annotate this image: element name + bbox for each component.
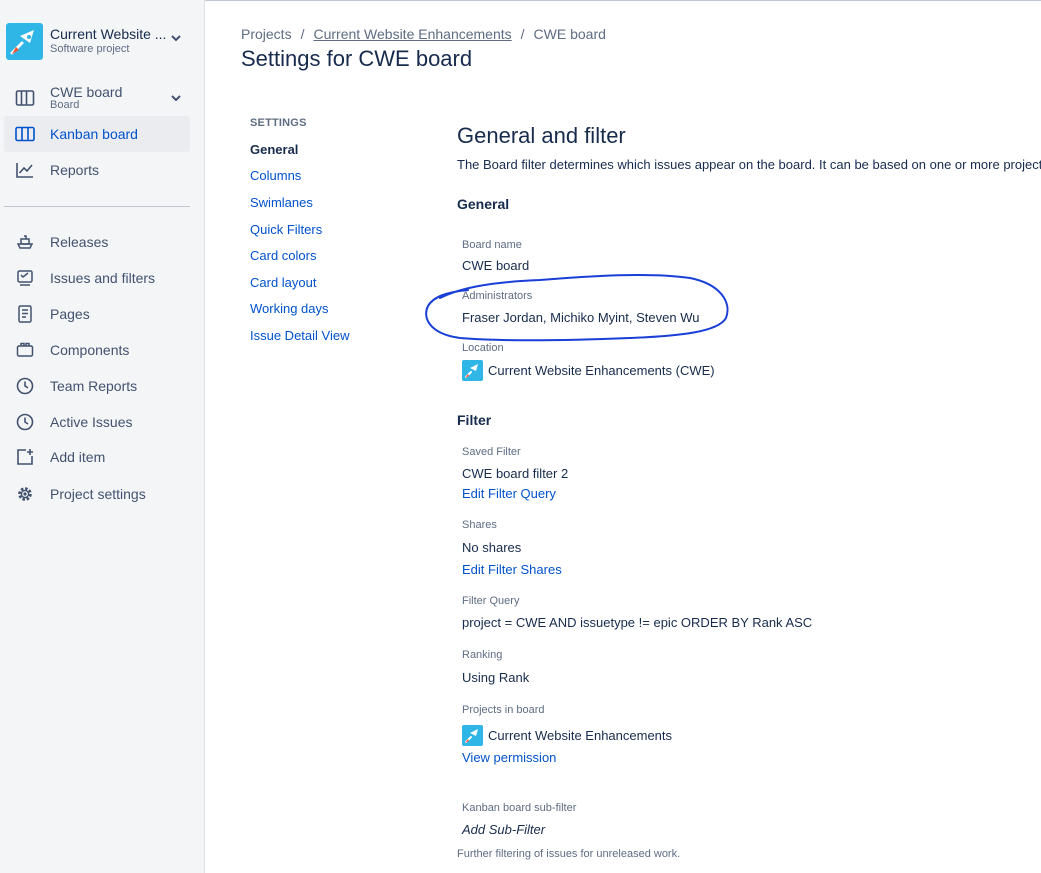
subfilter-note: Further filtering of issues for unreleas… (457, 848, 681, 860)
settings-nav-general[interactable]: General (250, 142, 298, 157)
projects-in-board-value: Current Website Enhancements (462, 725, 672, 746)
settings-nav-card-colors[interactable]: Card colors (250, 248, 316, 263)
breadcrumb-separator: / (300, 26, 305, 42)
board-icon (15, 88, 35, 108)
add-item-icon (15, 447, 35, 467)
sidebar-item-reports[interactable]: Reports (4, 152, 190, 188)
chart-line-icon (15, 160, 35, 180)
clock-icon (15, 412, 35, 432)
settings-nav-working-days[interactable]: Working days (250, 301, 329, 316)
sidebar-item-label: Team Reports (50, 378, 138, 394)
chevron-down-icon[interactable] (170, 32, 182, 47)
board-name-label: Board name (462, 239, 522, 251)
view-permission-link[interactable]: View permission (462, 750, 556, 765)
sidebar-divider (4, 206, 190, 207)
projects-in-board-label: Projects in board (462, 704, 545, 716)
gear-icon (15, 484, 35, 504)
sidebar: Current Website ... Software project CWE… (0, 0, 205, 873)
project-avatar (462, 360, 483, 381)
sidebar-item-label: Issues and filters (50, 270, 156, 286)
sidebar-item-project-settings[interactable]: Project settings (4, 476, 190, 512)
settings-nav: SETTINGS General Columns Swimlanes Quick… (250, 117, 349, 343)
sidebar-item-kanban-board[interactable]: Kanban board (4, 116, 190, 152)
settings-heading: SETTINGS (250, 117, 307, 129)
settings-nav-card-layout[interactable]: Card layout (250, 275, 316, 290)
filter-heading: Filter (457, 412, 492, 428)
clock-icon (15, 376, 35, 396)
saved-filter-label: Saved Filter (462, 446, 521, 458)
project-type: Software project (50, 42, 130, 55)
breadcrumb-board[interactable]: CWE board (534, 26, 606, 42)
section-description: The Board filter determines which issues… (457, 157, 1041, 172)
page-title: Settings for CWE board (241, 46, 473, 71)
sidebar-item-label: Kanban board (50, 126, 138, 142)
general-heading: General (457, 196, 510, 212)
subfilter-label: Kanban board sub-filter (462, 802, 577, 814)
breadcrumb-separator: / (520, 26, 525, 42)
top-border (205, 0, 1041, 1)
location-text: Current Website Enhancements (CWE) (488, 363, 715, 378)
add-subfilter-value[interactable]: Add Sub-Filter (462, 822, 545, 837)
sidebar-item-label: Project settings (50, 486, 146, 502)
board-name: CWE board (50, 83, 123, 100)
section-title: General and filter (457, 123, 626, 148)
sidebar-item-add-item[interactable]: Add item (4, 439, 190, 475)
sidebar-item-components[interactable]: Components (4, 332, 190, 368)
board-type: Board (50, 98, 80, 111)
sidebar-item-label: Reports (50, 162, 100, 178)
sidebar-item-label: Pages (50, 306, 90, 322)
issues-icon (15, 268, 35, 288)
page-icon (15, 304, 35, 324)
sidebar-item-label: Releases (50, 234, 109, 250)
sidebar-item-label: Active Issues (50, 414, 133, 430)
filter-query-label: Filter Query (462, 595, 520, 607)
edit-filter-shares-link[interactable]: Edit Filter Shares (462, 562, 562, 577)
sidebar-item-team-reports[interactable]: Team Reports (4, 368, 190, 404)
sidebar-item-releases[interactable]: Releases (4, 224, 190, 260)
project-name-text: Current Website Enhancements (488, 728, 673, 743)
ship-icon (15, 232, 35, 252)
shares-value: No shares (462, 540, 522, 555)
project-avatar (462, 725, 483, 746)
breadcrumb-project-link[interactable]: Current Website Enhancements (313, 26, 511, 42)
settings-nav-issue-detail-view[interactable]: Issue Detail View (250, 328, 349, 343)
location-value: Current Website Enhancements (CWE) (462, 360, 715, 381)
project-avatar (6, 22, 43, 60)
kanban-columns-icon (15, 124, 35, 144)
saved-filter-value[interactable]: CWE board filter 2 (462, 466, 568, 481)
board-switcher[interactable]: CWE board Board (4, 80, 190, 116)
sidebar-item-pages[interactable]: Pages (4, 296, 190, 332)
hand-drawn-circle-annotation (425, 273, 729, 342)
components-icon (15, 340, 35, 360)
ranking-value: Using Rank (462, 670, 530, 685)
settings-nav-quick-filters[interactable]: Quick Filters (250, 222, 322, 237)
sidebar-item-issues-and-filters[interactable]: Issues and filters (4, 260, 190, 296)
settings-nav-columns[interactable]: Columns (250, 168, 301, 183)
ranking-label: Ranking (462, 649, 503, 661)
edit-filter-query-link[interactable]: Edit Filter Query (462, 486, 556, 501)
project-header[interactable]: Current Website ... Software project (6, 22, 196, 60)
settings-nav-swimlanes[interactable]: Swimlanes (250, 195, 313, 210)
sidebar-item-active-issues[interactable]: Active Issues (4, 404, 190, 440)
sidebar-item-label: Components (50, 342, 130, 358)
shares-label: Shares (462, 519, 497, 531)
breadcrumb-projects[interactable]: Projects (241, 26, 292, 42)
filter-query-value: project = CWE AND issuetype != epic ORDE… (462, 615, 813, 630)
chevron-down-icon[interactable] (170, 92, 182, 107)
project-name: Current Website ... (50, 26, 167, 43)
sidebar-item-label: Add item (50, 449, 106, 465)
breadcrumb: Projects / Current Website Enhancements / CW… (241, 26, 606, 42)
